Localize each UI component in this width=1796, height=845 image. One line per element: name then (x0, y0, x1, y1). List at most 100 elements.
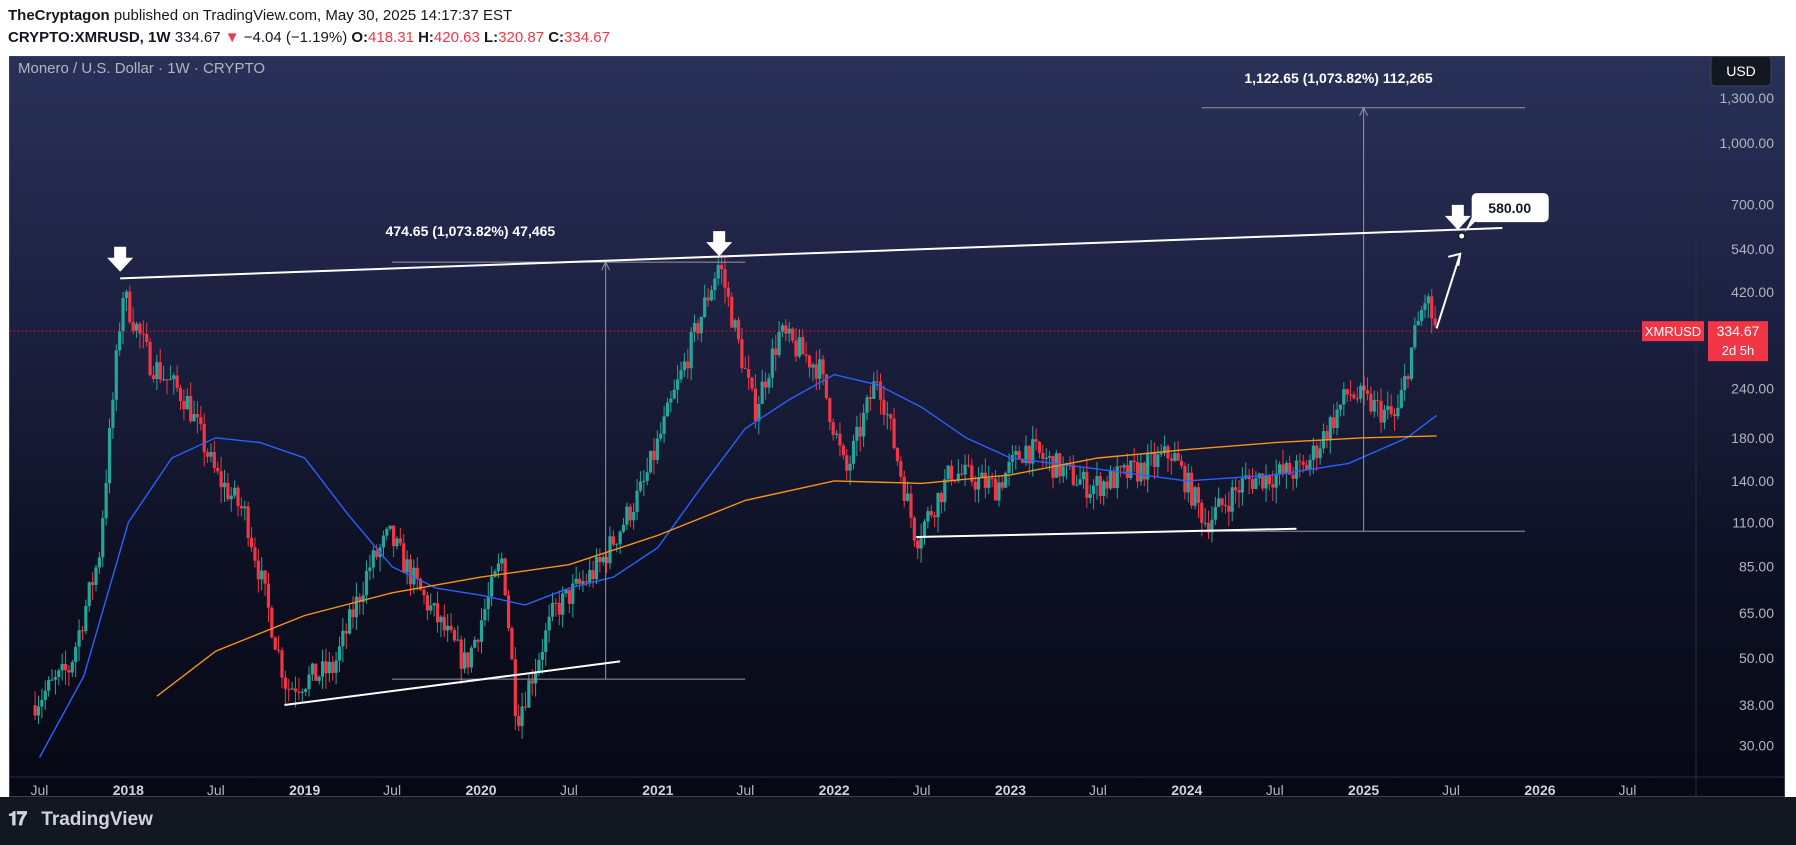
publication-line: TheCryptagon published on TradingView.co… (8, 7, 512, 24)
projection-line (1435, 253, 1462, 329)
candle-up (320, 661, 325, 677)
candle-up (307, 674, 311, 690)
candle-down (990, 478, 994, 480)
candle-down (1332, 417, 1336, 428)
price-tick-label: 700.00 (1731, 196, 1774, 212)
candle-up (1108, 470, 1113, 489)
candle-down (1166, 446, 1170, 459)
candle-down (577, 578, 582, 584)
candle-down (1183, 465, 1187, 493)
candle-down (1135, 462, 1140, 482)
candle-up (1359, 385, 1363, 399)
tradingview-logo[interactable]: 𝟏𝟕 TradingView (8, 809, 153, 831)
price-tag: 334.67 2d 5h (1708, 321, 1768, 362)
candle-up (1264, 474, 1268, 489)
candle-down (216, 467, 220, 472)
chart-panel[interactable]: 30.00 38.00 50.00 65.00 85.00 110.00 140.00 180… (9, 56, 1785, 797)
candle-up (544, 630, 548, 652)
candle-up (1416, 320, 1420, 326)
candle-down (273, 637, 277, 650)
time-tick-label: 2021 (642, 782, 673, 796)
trendline-support-2022 (916, 527, 1297, 539)
candle-up (1386, 406, 1390, 410)
candle-up (1193, 487, 1197, 506)
candle-down (784, 325, 788, 334)
candle-down (1223, 504, 1228, 506)
candle-down (966, 464, 971, 466)
candle-down (1071, 464, 1075, 485)
price-tick-label: 38.00 (1739, 697, 1774, 713)
candle-up (608, 536, 612, 564)
candle-up (1007, 461, 1011, 473)
candle-down (1142, 462, 1146, 480)
candle-up (527, 680, 531, 708)
candle-down (763, 381, 768, 388)
candle-up (632, 512, 636, 521)
candle-up (987, 478, 991, 488)
candle-down (686, 361, 690, 369)
candle-down (1392, 414, 1397, 417)
candle-up (811, 364, 815, 368)
price-tick-label: 420.00 (1731, 284, 1774, 300)
candle-up (1014, 451, 1018, 456)
candle-down (148, 342, 152, 376)
candle-up (851, 440, 856, 464)
candle-down (205, 452, 210, 457)
candle-up (388, 525, 392, 529)
candle-down (719, 264, 724, 270)
candle-up (107, 428, 112, 484)
candle-up (70, 662, 74, 673)
candle-down (882, 399, 886, 415)
candle-down (297, 691, 301, 693)
candle-down (993, 478, 998, 501)
candle-down (256, 560, 260, 580)
candle-up (1274, 473, 1278, 488)
tradingview-mark-icon: 𝟏𝟕 (8, 809, 27, 830)
candle-down (1291, 474, 1295, 479)
candle-down (929, 511, 933, 516)
change-down-icon: ▼ (224, 29, 240, 46)
candle-down (1298, 460, 1302, 462)
candle-down (1098, 476, 1102, 497)
candle-up (446, 625, 450, 631)
candle-down (324, 661, 328, 674)
candle-down (189, 395, 193, 422)
candle-up (1129, 460, 1133, 479)
time-tick-label: 2023 (995, 782, 1026, 796)
candle-down (202, 424, 206, 453)
author-name[interactable]: TheCryptagon (8, 7, 110, 24)
candle-down (794, 340, 798, 357)
candle-down (1234, 487, 1238, 491)
candle-up (594, 557, 599, 580)
target-label: 580.00 (1488, 200, 1531, 216)
candle-down (949, 465, 954, 481)
candle-up (520, 706, 524, 727)
candle-down (1352, 394, 1356, 399)
candle-up (642, 480, 646, 482)
candle-up (337, 646, 342, 661)
price-chart[interactable]: 30.00 38.00 50.00 65.00 85.00 110.00 140.00 180… (10, 57, 1784, 796)
currency-button[interactable]: USD (1710, 57, 1772, 87)
candle-down (838, 433, 842, 446)
candle-up (385, 528, 389, 536)
candle-down (506, 595, 511, 629)
candle-up (381, 535, 386, 548)
candle-up (855, 426, 859, 441)
price-tick-label: 1,000.00 (1720, 135, 1775, 151)
candle-up (977, 477, 981, 490)
candle-down (449, 625, 453, 630)
candle-down (753, 388, 758, 421)
candle-up (1044, 457, 1048, 459)
candle-down (1041, 452, 1045, 459)
open-label: O: (351, 29, 369, 46)
candle-down (895, 448, 900, 462)
candle-up (368, 567, 372, 572)
candle-up (36, 706, 41, 716)
candle-down (344, 630, 348, 634)
candle-down (293, 688, 298, 692)
candle-up (1139, 462, 1143, 482)
trendline-resistance (120, 227, 1503, 280)
candle-down (1190, 472, 1194, 506)
candle-up (601, 556, 605, 563)
candle-up (496, 563, 501, 572)
